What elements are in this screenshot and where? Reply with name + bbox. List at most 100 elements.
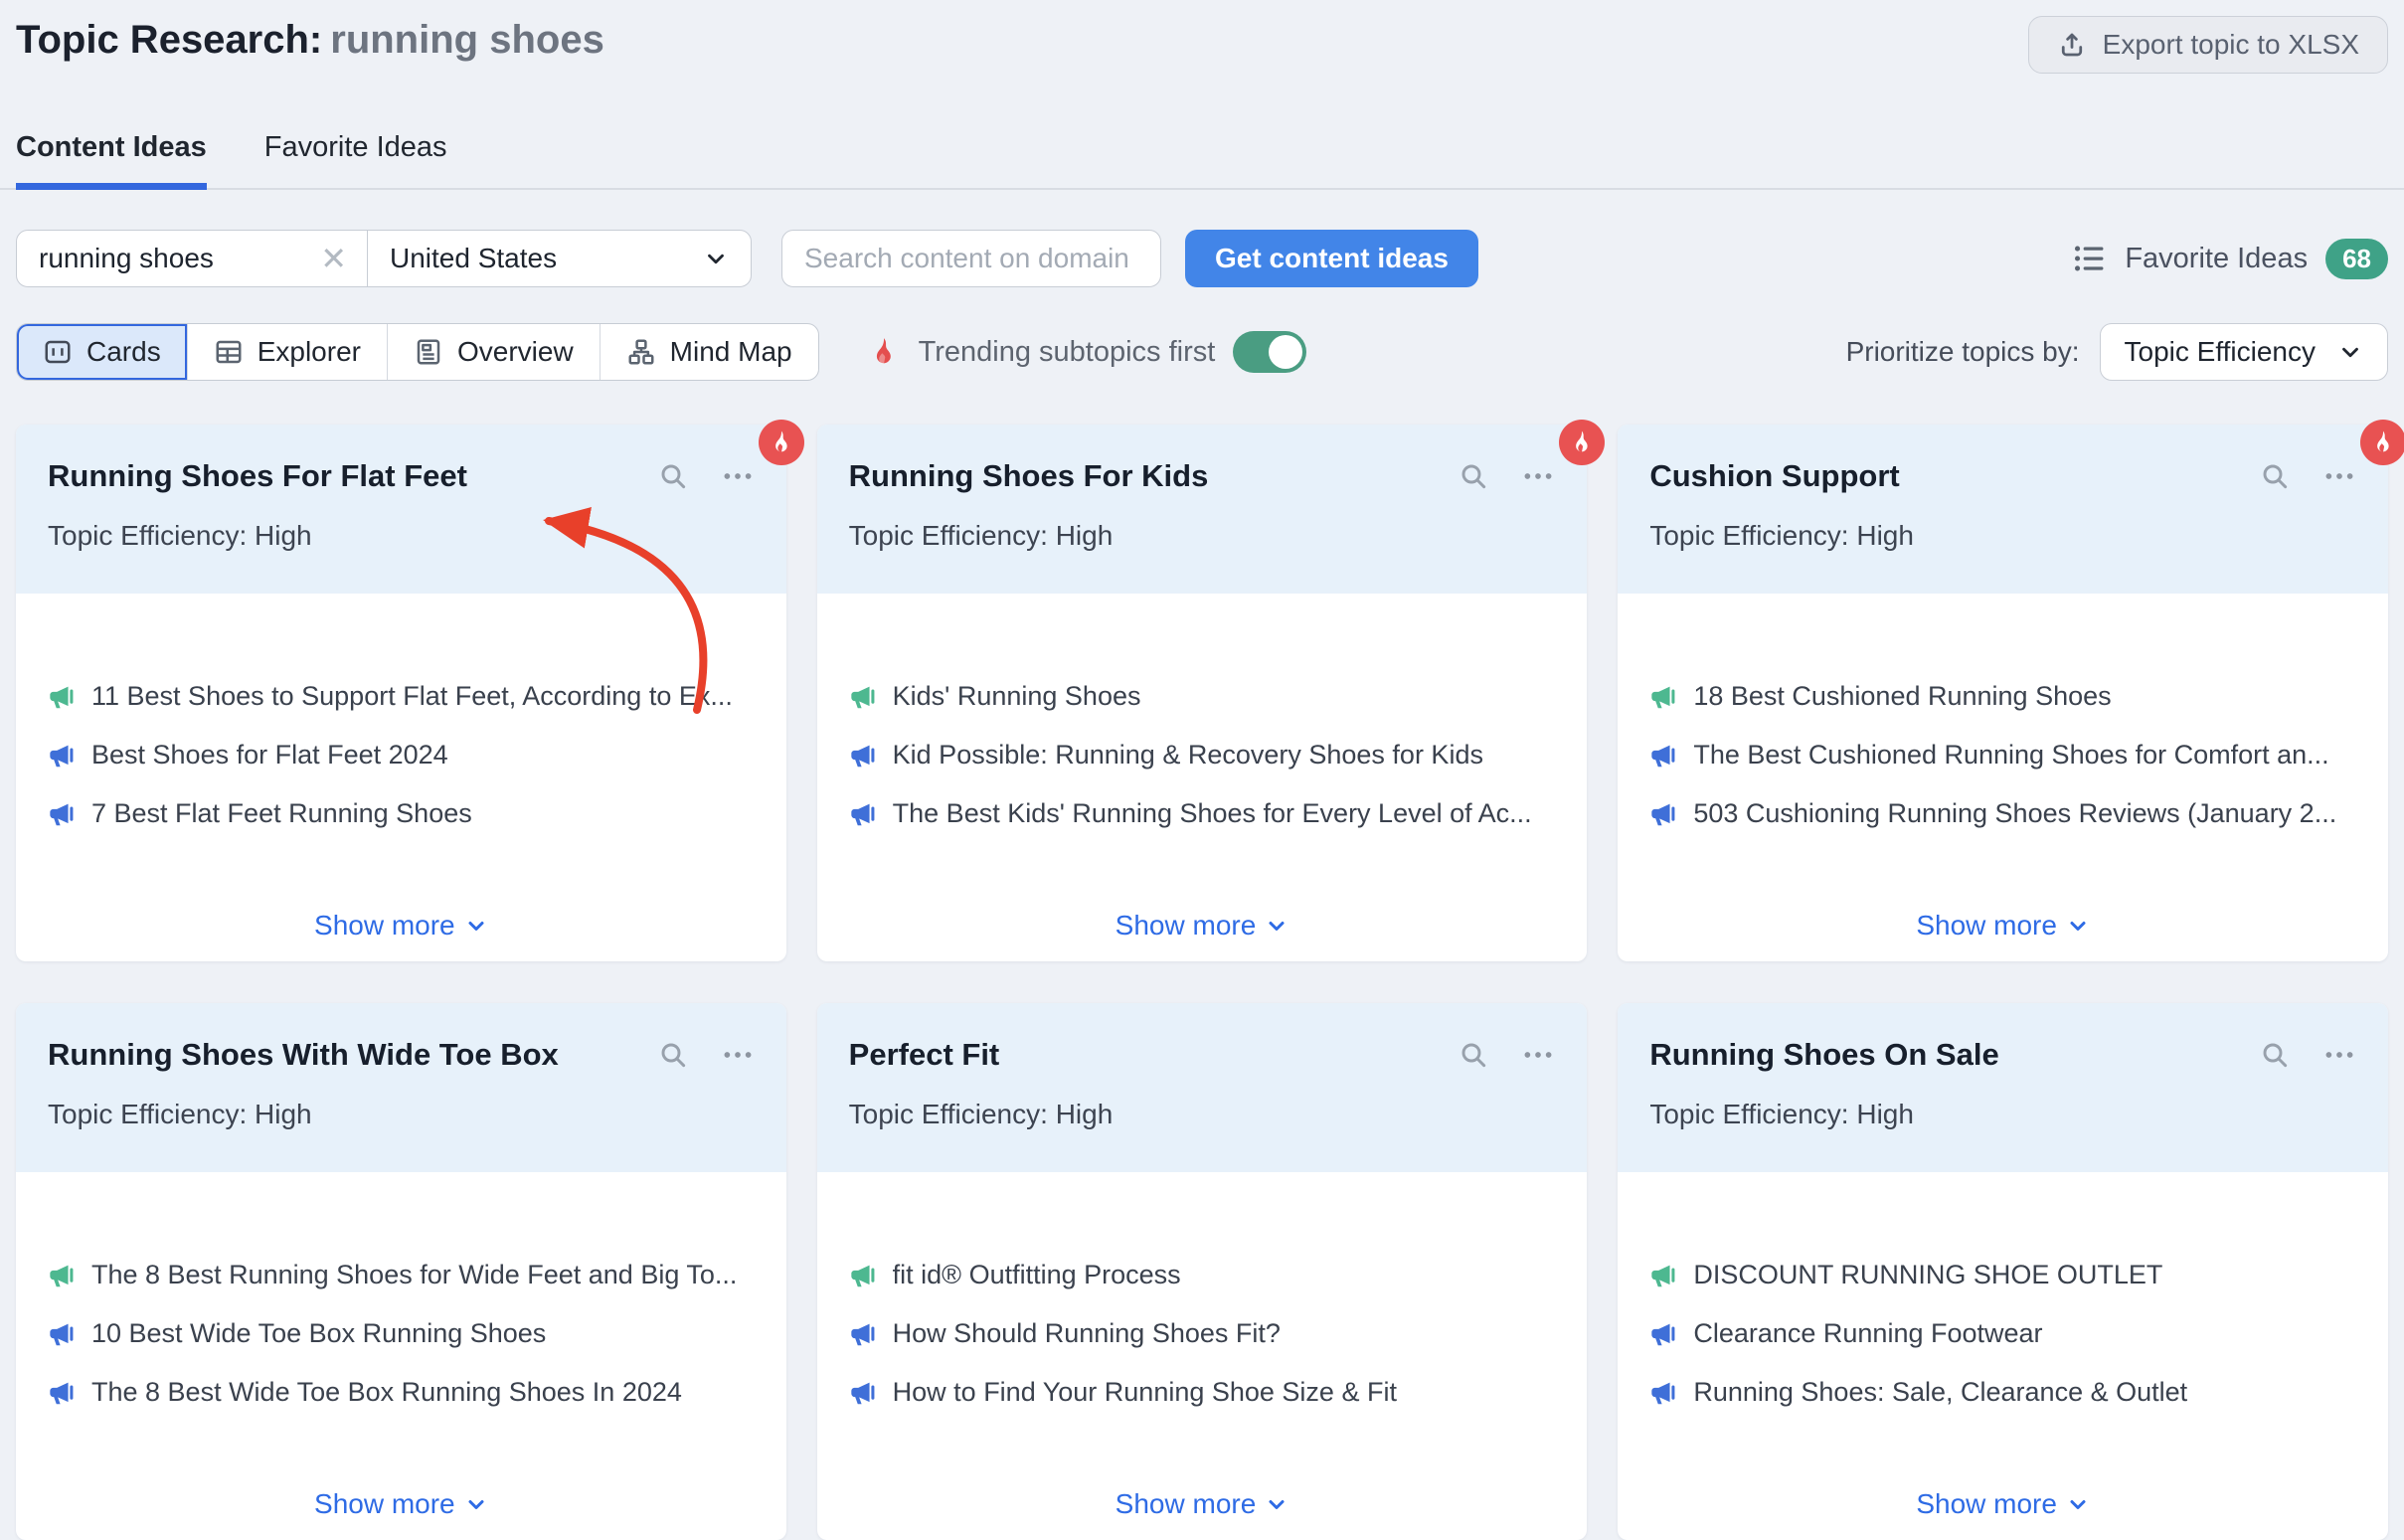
card-header: Perfect Fit Topic Efficiency:: [817, 1003, 1588, 1172]
content-idea-item[interactable]: 11 Best Shoes to Support Flat Feet, Acco…: [48, 681, 755, 712]
flame-icon: [1568, 428, 1596, 456]
view-explorer[interactable]: Explorer: [188, 324, 388, 380]
card-body: The 8 Best Running Shoes for Wide Feet a…: [16, 1172, 786, 1540]
page-title-prefix: Topic Research:: [16, 18, 322, 62]
content-idea-item[interactable]: Running Shoes: Sale, Clearance & Outlet: [1649, 1377, 2356, 1408]
content-idea-item[interactable]: Kids' Running Shoes: [849, 681, 1556, 712]
card-title[interactable]: Cushion Support: [1649, 458, 2259, 494]
tabs-bar: Content Ideas Favorite Ideas: [0, 119, 2404, 190]
clear-query-icon[interactable]: ✕: [320, 243, 347, 274]
content-idea-item[interactable]: 7 Best Flat Feet Running Shoes: [48, 798, 755, 829]
content-idea-item[interactable]: The Best Cushioned Running Shoes for Com…: [1649, 740, 2356, 770]
explorer-view-icon: [214, 337, 244, 367]
content-idea-item[interactable]: 503 Cushioning Running Shoes Reviews (Ja…: [1649, 798, 2356, 829]
card-title[interactable]: Running Shoes For Kids: [849, 458, 1459, 494]
export-xlsx-button[interactable]: Export topic to XLSX: [2028, 16, 2388, 74]
card-title[interactable]: Running Shoes On Sale: [1649, 1037, 2259, 1073]
topic-card: Running Shoes For Flat Feet Topic: [16, 425, 786, 961]
show-more-link[interactable]: Show more: [1916, 910, 2090, 941]
show-more-link[interactable]: Show more: [1116, 1488, 1289, 1520]
content-idea-item[interactable]: How Should Running Shoes Fit?: [849, 1318, 1556, 1349]
trending-subtopics-label: Trending subtopics first: [919, 336, 1216, 369]
content-idea-text: The 8 Best Running Shoes for Wide Feet a…: [91, 1260, 737, 1290]
card-body: 11 Best Shoes to Support Flat Feet, Acco…: [16, 594, 786, 961]
show-more-link[interactable]: Show more: [1116, 910, 1289, 941]
card-title[interactable]: Running Shoes With Wide Toe Box: [48, 1037, 657, 1073]
favorite-ideas-link[interactable]: Favorite Ideas 68: [2073, 239, 2388, 279]
card-title[interactable]: Perfect Fit: [849, 1037, 1459, 1073]
overview-view-icon: [414, 337, 443, 367]
topic-efficiency: Topic Efficiency: High: [849, 520, 1556, 552]
content-idea-item[interactable]: Kid Possible: Running & Recovery Shoes f…: [849, 740, 1556, 770]
ellipsis-menu-icon[interactable]: [721, 459, 755, 493]
show-more-link[interactable]: Show more: [1916, 1488, 2090, 1520]
content-idea-text: Clearance Running Footwear: [1693, 1318, 2042, 1349]
efficiency-value: High: [1056, 520, 1114, 551]
domain-search-input[interactable]: [802, 242, 1140, 275]
trending-subtopics-control: Trending subtopics first: [867, 331, 1307, 373]
ellipsis-menu-icon[interactable]: [1521, 1038, 1555, 1072]
favorites-count-badge: 68: [2325, 239, 2388, 279]
card-actions: [657, 1038, 755, 1072]
megaphone-icon: [48, 1320, 76, 1348]
content-idea-item[interactable]: 18 Best Cushioned Running Shoes: [1649, 681, 2356, 712]
content-idea-item[interactable]: DISCOUNT RUNNING SHOE OUTLET: [1649, 1260, 2356, 1290]
content-idea-item[interactable]: The 8 Best Wide Toe Box Running Shoes In…: [48, 1377, 755, 1408]
content-idea-item[interactable]: The Best Kids' Running Shoes for Every L…: [849, 798, 1556, 829]
idea-list: fit id® Outfitting Process How Should Ru…: [849, 1260, 1556, 1436]
content-idea-text: The Best Cushioned Running Shoes for Com…: [1693, 740, 2328, 770]
search-icon[interactable]: [1458, 1039, 1489, 1071]
card-body: 18 Best Cushioned Running Shoes The Best…: [1618, 594, 2388, 961]
view-cards[interactable]: Cards: [17, 324, 188, 380]
content-idea-text: 503 Cushioning Running Shoes Reviews (Ja…: [1693, 798, 2336, 829]
content-idea-text: Running Shoes: Sale, Clearance & Outlet: [1693, 1377, 2187, 1408]
show-more-link[interactable]: Show more: [314, 910, 488, 941]
page-title-query: running shoes: [330, 18, 604, 62]
content-idea-item[interactable]: 10 Best Wide Toe Box Running Shoes: [48, 1318, 755, 1349]
content-idea-text: The 8 Best Wide Toe Box Running Shoes In…: [91, 1377, 682, 1408]
show-more-link[interactable]: Show more: [314, 1488, 488, 1520]
megaphone-icon: [1649, 1262, 1677, 1289]
topic-efficiency: Topic Efficiency: High: [48, 520, 755, 552]
megaphone-icon: [849, 800, 877, 828]
search-icon[interactable]: [657, 460, 689, 492]
get-content-ideas-button[interactable]: Get content ideas: [1185, 230, 1478, 287]
card-actions: [1458, 1038, 1555, 1072]
search-icon[interactable]: [1458, 460, 1489, 492]
show-more-label: Show more: [1116, 910, 1257, 941]
content-idea-item[interactable]: Clearance Running Footwear: [1649, 1318, 2356, 1349]
prioritize-select[interactable]: Topic Efficiency: [2100, 323, 2388, 381]
list-icon: [2073, 242, 2107, 275]
ellipsis-menu-icon[interactable]: [721, 1038, 755, 1072]
view-mind-map[interactable]: Mind Map: [601, 324, 818, 380]
ellipsis-menu-icon[interactable]: [2322, 459, 2356, 493]
search-icon[interactable]: [2259, 460, 2291, 492]
content-idea-item[interactable]: fit id® Outfitting Process: [849, 1260, 1556, 1290]
view-mind-map-label: Mind Map: [670, 336, 792, 368]
content-idea-item[interactable]: Best Shoes for Flat Feet 2024: [48, 740, 755, 770]
search-icon[interactable]: [657, 1039, 689, 1071]
show-more-label: Show more: [1916, 910, 2057, 941]
country-select[interactable]: United States: [367, 231, 751, 286]
content-idea-item[interactable]: The 8 Best Running Shoes for Wide Feet a…: [48, 1260, 755, 1290]
megaphone-icon: [48, 742, 76, 770]
megaphone-icon: [849, 742, 877, 770]
ellipsis-menu-icon[interactable]: [2322, 1038, 2356, 1072]
search-icon[interactable]: [2259, 1039, 2291, 1071]
tab-content-ideas[interactable]: Content Ideas: [16, 119, 207, 188]
trending-toggle[interactable]: [1233, 331, 1306, 373]
tab-favorite-ideas[interactable]: Favorite Ideas: [264, 119, 447, 188]
topic-query-input[interactable]: [37, 242, 310, 275]
ellipsis-menu-icon[interactable]: [1521, 459, 1555, 493]
idea-list: 11 Best Shoes to Support Flat Feet, Acco…: [48, 681, 755, 857]
view-overview[interactable]: Overview: [388, 324, 601, 380]
efficiency-label: Topic Efficiency:: [48, 1099, 247, 1129]
card-actions: [1458, 459, 1555, 493]
content-idea-item[interactable]: How to Find Your Running Shoe Size & Fit: [849, 1377, 1556, 1408]
cards-grid: Running Shoes For Flat Feet Topic: [16, 425, 2388, 1540]
card-title[interactable]: Running Shoes For Flat Feet: [48, 458, 657, 494]
chevron-down-icon: [1265, 914, 1288, 938]
content-idea-text: Kids' Running Shoes: [893, 681, 1141, 712]
view-overview-label: Overview: [457, 336, 574, 368]
content-idea-text: fit id® Outfitting Process: [893, 1260, 1181, 1290]
